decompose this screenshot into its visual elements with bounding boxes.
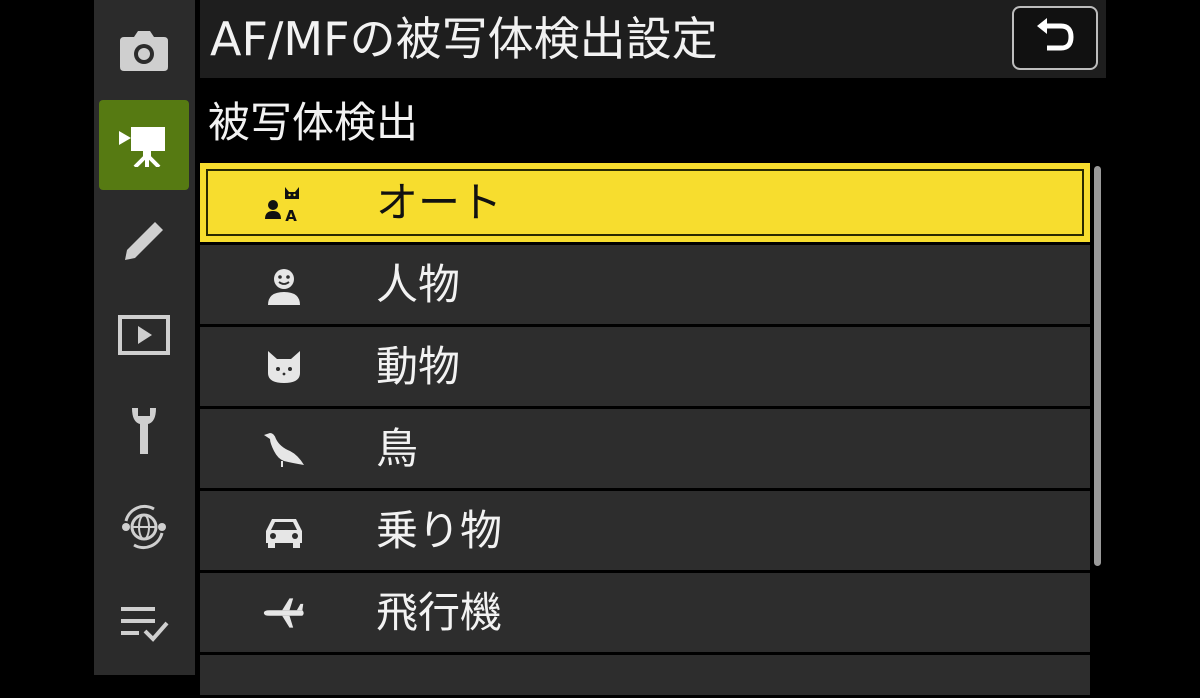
list-item-airplane[interactable]: 飛行機 — [200, 573, 1090, 652]
network-icon — [118, 501, 170, 553]
airplane-icon — [262, 591, 306, 635]
back-arrow-icon — [1033, 16, 1077, 60]
photo-shooting-menu-tab[interactable] — [99, 6, 189, 96]
movie-recording-menu-tab[interactable] — [99, 100, 189, 190]
subject-detection-list: A オート 人物 動物 鳥 乗り物 飛行機 — [200, 163, 1090, 698]
section-heading: 被写体検出 — [208, 98, 419, 147]
camera-icon — [118, 29, 170, 73]
menu-header: AF/MFの被写体検出設定 — [200, 0, 1106, 78]
list-item-bird[interactable]: 鳥 — [200, 409, 1090, 488]
vehicle-icon — [262, 509, 306, 553]
my-menu-tab[interactable] — [99, 578, 189, 668]
scrollbar[interactable] — [1094, 166, 1101, 566]
bird-icon — [262, 427, 306, 471]
list-item-label: 飛行機 — [376, 588, 503, 637]
list-item-person[interactable]: 人物 — [200, 245, 1090, 324]
list-item-label: 人物 — [376, 260, 461, 309]
auto-subject-icon: A — [262, 181, 306, 225]
menu-sidebar — [94, 0, 195, 675]
back-button[interactable] — [1012, 6, 1098, 70]
wrench-icon — [129, 406, 159, 456]
setup-menu-tab[interactable] — [99, 386, 189, 476]
my-menu-icon — [119, 603, 169, 643]
playback-menu-tab[interactable] — [99, 290, 189, 380]
pencil-icon — [121, 218, 167, 264]
network-menu-tab[interactable] — [99, 482, 189, 572]
list-item-vehicle[interactable]: 乗り物 — [200, 491, 1090, 570]
svg-text:A: A — [285, 207, 297, 223]
list-item-label: 動物 — [376, 342, 461, 391]
animal-icon — [262, 345, 306, 389]
list-item-animal[interactable]: 動物 — [200, 327, 1090, 406]
playback-icon — [118, 315, 170, 355]
selection-frame — [206, 169, 1084, 236]
page-title: AF/MFの被写体検出設定 — [210, 12, 718, 66]
list-item-label: 乗り物 — [376, 506, 503, 555]
list-item-auto[interactable]: A オート — [200, 163, 1090, 242]
list-item-label: 鳥 — [376, 424, 419, 473]
list-item-label: オート — [376, 178, 503, 227]
person-icon — [262, 263, 306, 307]
custom-settings-menu-tab[interactable] — [99, 196, 189, 286]
movie-camera-icon — [117, 123, 171, 167]
list-item-partial[interactable] — [200, 655, 1090, 695]
